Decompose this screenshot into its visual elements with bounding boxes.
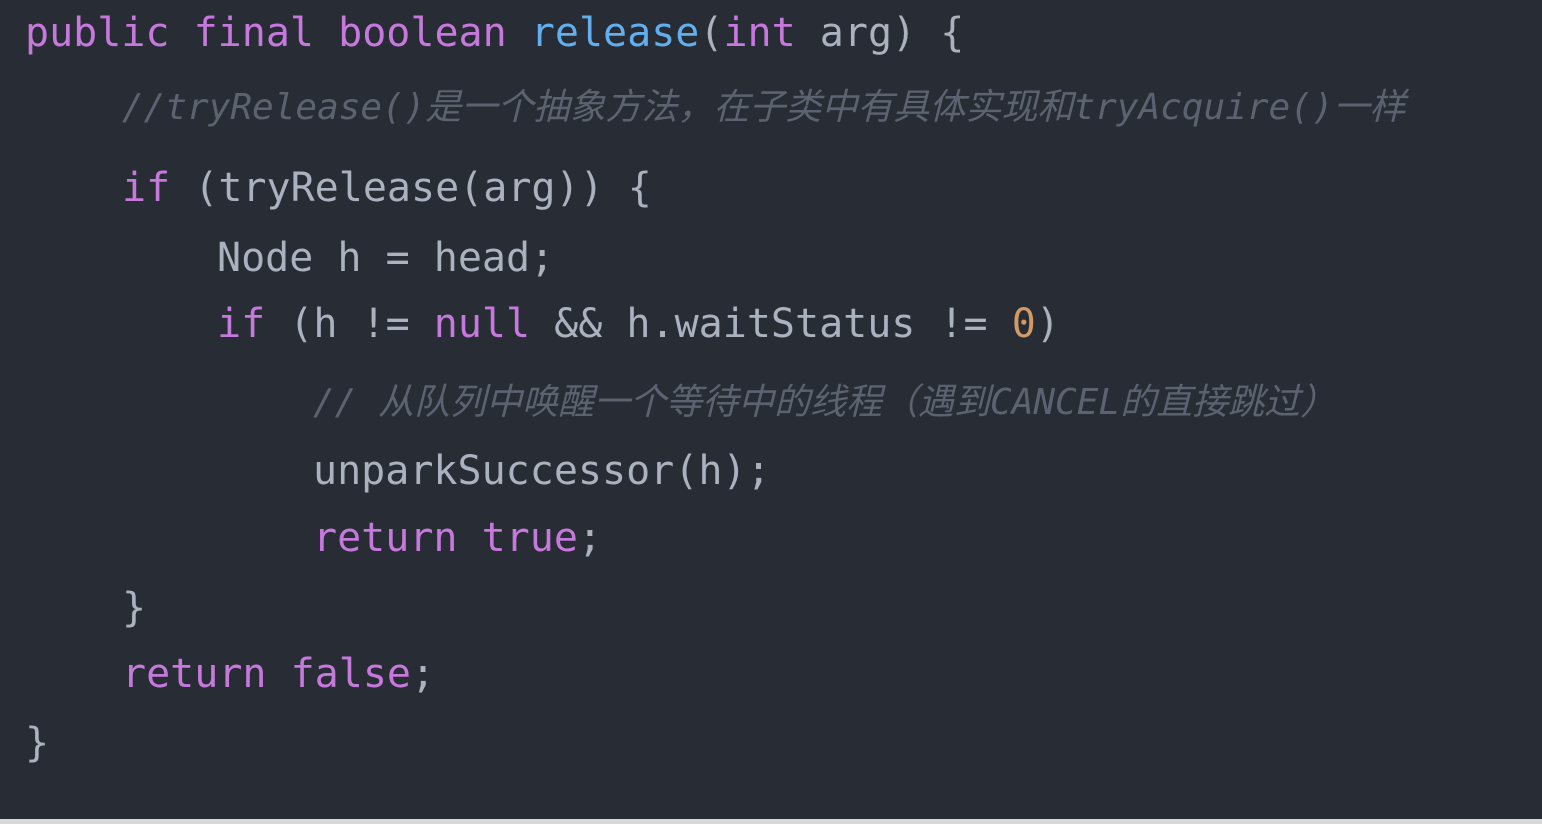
text-token: } xyxy=(25,720,50,766)
text-token: (h != xyxy=(265,301,434,347)
code-line: if (h != null && h.waitStatus != 0) xyxy=(217,300,1060,348)
code-line: Node h = head; xyxy=(217,234,554,282)
code-line: //tryRelease()是一个抽象方法，在子类中有具体实现和tryAcqui… xyxy=(122,84,1406,132)
text-token: } xyxy=(122,585,147,631)
code-line: if (tryRelease(arg)) { xyxy=(122,164,652,212)
comment-token: // 从队列中唤醒一个等待中的线程（遇到CANCEL的直接跳过） xyxy=(313,382,1337,423)
text-token: && h.waitStatus != xyxy=(530,301,1012,347)
code-line: public final boolean release(int arg) { xyxy=(25,9,964,57)
code-block: public final boolean release(int arg) { /… xyxy=(0,0,1542,819)
keyword-token: null xyxy=(433,301,531,347)
keyword-token: if xyxy=(217,301,266,347)
keyword-token: true xyxy=(481,515,578,561)
text-token: (tryRelease(arg)) { xyxy=(170,165,652,211)
function-token: release xyxy=(530,10,700,56)
keyword-token: return xyxy=(122,651,267,697)
text-token: arg) { xyxy=(795,10,965,56)
code-line: } xyxy=(122,584,146,632)
keyword-token: int xyxy=(723,10,796,56)
keyword-token: return xyxy=(313,515,458,561)
number-token: 0 xyxy=(1011,301,1036,347)
text-token: ) xyxy=(1035,301,1060,347)
keyword-token: false xyxy=(290,651,412,697)
keyword-token: public xyxy=(25,10,170,56)
text-token: ; xyxy=(411,651,436,697)
bottom-border xyxy=(0,819,1542,824)
text-token: unparkSuccessor(h); xyxy=(313,448,771,494)
code-line: } xyxy=(25,719,49,767)
keyword-token: boolean xyxy=(338,10,507,56)
keyword-token: final xyxy=(193,10,315,56)
keyword-token: if xyxy=(122,165,171,211)
code-line: return true; xyxy=(313,514,602,562)
text-token: ( xyxy=(699,10,724,56)
code-line: return false; xyxy=(122,650,435,698)
code-line: // 从队列中唤醒一个等待中的线程（遇到CANCEL的直接跳过） xyxy=(313,379,1336,427)
comment-token: //tryRelease()是一个抽象方法，在子类中有具体实现和tryAcqui… xyxy=(122,87,1406,128)
code-line: unparkSuccessor(h); xyxy=(313,447,771,495)
text-token: ; xyxy=(577,515,603,561)
text-token: Node h = head; xyxy=(217,235,555,281)
